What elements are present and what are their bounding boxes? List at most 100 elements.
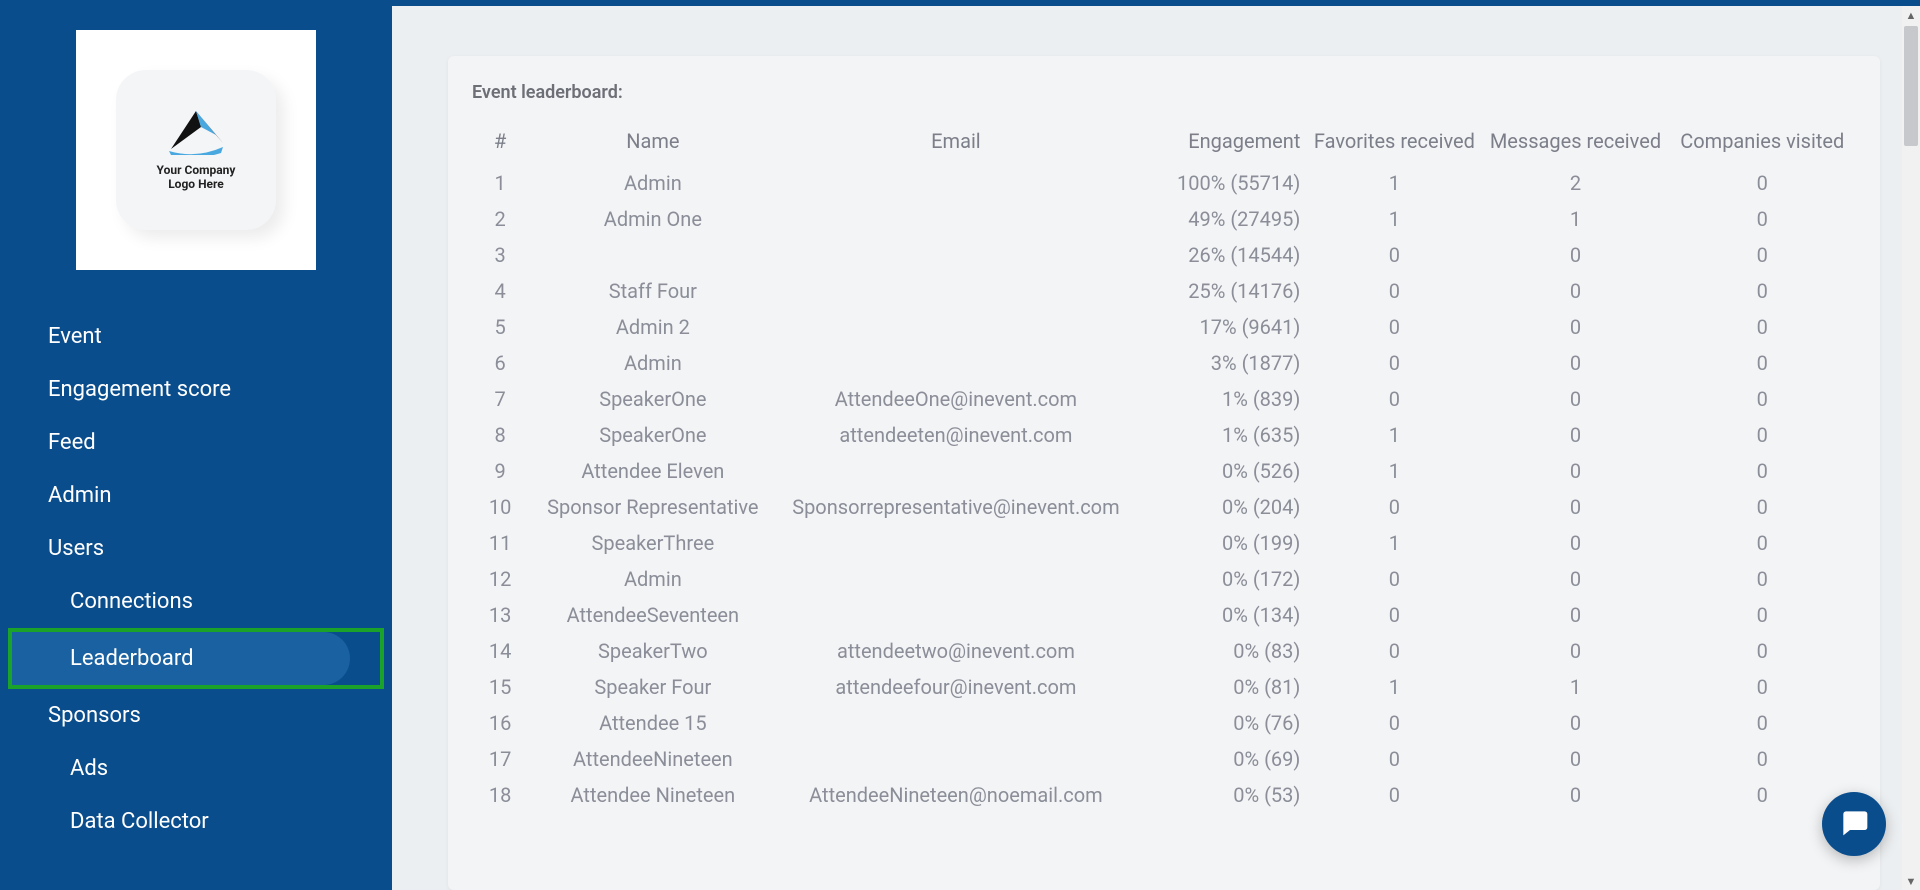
sidebar-item-feed[interactable]: Feed — [0, 416, 392, 469]
sidebar-item-ads[interactable]: Ads — [0, 742, 392, 795]
table-cell: Speaker Four — [528, 669, 777, 705]
table-cell: 0 — [1669, 237, 1856, 273]
sidebar-item-label: Admin — [48, 483, 112, 508]
table-cell: 11 — [472, 525, 528, 561]
table-cell: 0 — [1669, 633, 1856, 669]
table-cell: 0 — [1482, 741, 1668, 777]
table-cell: 0 — [1669, 453, 1856, 489]
table-row[interactable]: 5Admin 217% (9641)000 — [472, 309, 1856, 345]
table-cell: 0 — [1482, 597, 1668, 633]
sidebar-item-label: Feed — [48, 430, 96, 455]
scrollbar-vertical[interactable]: ▲ ▼ — [1902, 6, 1920, 890]
table-cell: 0 — [1482, 525, 1668, 561]
table-header[interactable]: Companies visited — [1669, 121, 1856, 165]
sidebar-item-data-collector[interactable]: Data Collector — [0, 795, 392, 848]
table-cell: 0 — [1669, 597, 1856, 633]
table-header[interactable]: # — [472, 121, 528, 165]
table-header[interactable]: Email — [777, 121, 1134, 165]
table-cell: 3 — [472, 237, 528, 273]
logo-sail-icon — [161, 109, 231, 155]
table-row[interactable]: 10Sponsor RepresentativeSponsorrepresent… — [472, 489, 1856, 525]
table-row[interactable]: 8SpeakerOneattendeeten@inevent.com1% (63… — [472, 417, 1856, 453]
table-cell: 0 — [1482, 345, 1668, 381]
sidebar-item-connections[interactable]: Connections — [0, 575, 392, 628]
table-row[interactable]: 13AttendeeSeventeen0% (134)000 — [472, 597, 1856, 633]
table-cell: 0 — [1482, 309, 1668, 345]
content-area: Event leaderboard: #NameEmailEngagementF… — [392, 6, 1920, 890]
table-cell: 0 — [1669, 705, 1856, 741]
sidebar-item-label: Leaderboard — [12, 632, 350, 685]
sidebar-item-engagement-score[interactable]: Engagement score — [0, 363, 392, 416]
table-cell: 1 — [1306, 453, 1482, 489]
table-cell — [777, 273, 1134, 309]
sidebar-item-event[interactable]: Event — [0, 310, 392, 363]
table-cell — [777, 705, 1134, 741]
card-title: Event leaderboard: — [472, 82, 1856, 103]
scrollbar-thumb[interactable] — [1904, 26, 1918, 146]
table-cell: attendeefour@inevent.com — [777, 669, 1134, 705]
table-cell: 1 — [1306, 201, 1482, 237]
table-row[interactable]: 4Staff Four25% (14176)000 — [472, 273, 1856, 309]
table-row[interactable]: 2Admin One49% (27495)110 — [472, 201, 1856, 237]
sidebar-nav: Event Engagement score Feed Admin Users Conne… — [0, 310, 392, 848]
scroll-up-arrow-icon[interactable]: ▲ — [1902, 6, 1920, 24]
table-row[interactable]: 14SpeakerTwoattendeetwo@inevent.com0% (8… — [472, 633, 1856, 669]
sidebar-item-leaderboard[interactable]: Leaderboard — [0, 628, 392, 689]
table-cell: 0% (134) — [1134, 597, 1306, 633]
table-row[interactable]: 16Attendee 150% (76)000 — [472, 705, 1856, 741]
table-cell: 0 — [1482, 453, 1668, 489]
table-cell: 0% (76) — [1134, 705, 1306, 741]
table-row[interactable]: 1Admin100% (55714)120 — [472, 165, 1856, 201]
table-cell: 26% (14544) — [1134, 237, 1306, 273]
table-cell: 0 — [1669, 741, 1856, 777]
table-cell: 0 — [1482, 777, 1668, 813]
table-header[interactable]: Engagement — [1134, 121, 1306, 165]
table-cell: 17 — [472, 741, 528, 777]
table-cell: attendeeten@inevent.com — [777, 417, 1134, 453]
scroll-down-arrow-icon[interactable]: ▼ — [1902, 872, 1920, 890]
table-cell: 1 — [1306, 417, 1482, 453]
table-cell: 18 — [472, 777, 528, 813]
table-cell: 0% (172) — [1134, 561, 1306, 597]
table-cell: SpeakerOne — [528, 381, 777, 417]
table-header[interactable]: Messages received — [1482, 121, 1668, 165]
table-cell: Admin — [528, 561, 777, 597]
table-cell: 0 — [1306, 705, 1482, 741]
sidebar-item-label: Event — [48, 324, 102, 349]
table-row[interactable]: 9Attendee Eleven0% (526)100 — [472, 453, 1856, 489]
table-cell: 0 — [1669, 201, 1856, 237]
table-row[interactable]: 12Admin0% (172)000 — [472, 561, 1856, 597]
table-row[interactable]: 6Admin3% (1877)000 — [472, 345, 1856, 381]
table-cell: 9 — [472, 453, 528, 489]
table-cell: 100% (55714) — [1134, 165, 1306, 201]
table-row[interactable]: 15Speaker Fourattendeefour@inevent.com0%… — [472, 669, 1856, 705]
table-cell — [777, 525, 1134, 561]
table-cell: AttendeeSeventeen — [528, 597, 777, 633]
sidebar-item-label: Connections — [70, 589, 193, 614]
table-header[interactable]: Favorites received — [1306, 121, 1482, 165]
table-cell: 1 — [1306, 525, 1482, 561]
table-cell: 17% (9641) — [1134, 309, 1306, 345]
table-row[interactable]: 11SpeakerThree0% (199)100 — [472, 525, 1856, 561]
sidebar-item-label: Ads — [70, 756, 108, 781]
table-row[interactable]: 17AttendeeNineteen0% (69)000 — [472, 741, 1856, 777]
logo-text: Your Company Logo Here — [157, 163, 236, 192]
table-cell — [777, 741, 1134, 777]
sidebar-item-label: Engagement score — [48, 377, 231, 402]
table-cell: 1 — [1482, 669, 1668, 705]
table-row[interactable]: 18Attendee NineteenAttendeeNineteen@noem… — [472, 777, 1856, 813]
table-row[interactable]: 7SpeakerOneAttendeeOne@inevent.com1% (83… — [472, 381, 1856, 417]
table-cell: 0 — [1306, 309, 1482, 345]
chat-button[interactable] — [1822, 792, 1886, 856]
table-cell: 0 — [1482, 561, 1668, 597]
table-cell: 15 — [472, 669, 528, 705]
table-cell: 1 — [1306, 165, 1482, 201]
sidebar-item-sponsors[interactable]: Sponsors — [0, 689, 392, 742]
table-header[interactable]: Name — [528, 121, 777, 165]
table-cell: Attendee Nineteen — [528, 777, 777, 813]
logo-box: Your Company Logo Here — [76, 30, 316, 270]
table-row[interactable]: 326% (14544)000 — [472, 237, 1856, 273]
sidebar-item-admin[interactable]: Admin — [0, 469, 392, 522]
sidebar-item-users[interactable]: Users — [0, 522, 392, 575]
table-cell: 1 — [1482, 201, 1668, 237]
